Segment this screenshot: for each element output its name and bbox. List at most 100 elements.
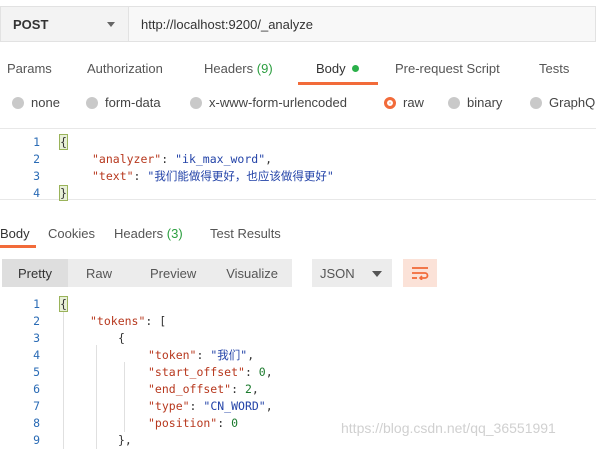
code-line: 7 "type": "CN_WORD", — [0, 397, 596, 414]
tab-params[interactable]: Params — [7, 61, 52, 76]
line-number: 6 — [33, 381, 40, 396]
tab-label: Body — [0, 226, 30, 241]
method-label: POST — [13, 16, 49, 32]
view-preview-button[interactable]: Preview — [130, 259, 209, 287]
json-brace: { — [59, 295, 68, 312]
code-line: 1 { — [0, 295, 596, 312]
method-select[interactable]: POST — [0, 6, 128, 42]
request-tabs: Params Authorization Headers (9) Body Pr… — [0, 56, 596, 85]
code-line: 3 { — [0, 329, 596, 346]
radio-label: none — [31, 95, 60, 110]
json-brace: { — [118, 330, 125, 345]
view-label: Pretty — [18, 265, 52, 281]
radio-label: binary — [467, 95, 503, 110]
tab-tests[interactable]: Tests — [539, 61, 569, 76]
request-body-editor[interactable]: 1 { 2 "analyzer": "ik_max_word", 3 "text… — [0, 128, 596, 201]
line-number: 8 — [33, 415, 40, 430]
radio-form-data[interactable]: form-data — [86, 95, 161, 110]
tab-cookies[interactable]: Cookies — [48, 226, 95, 241]
line-number: 4 — [33, 185, 40, 200]
code-line: 2 "analyzer": "ik_max_word", — [0, 150, 596, 167]
radio-circle-icon — [448, 96, 460, 109]
line-number: 1 — [33, 134, 40, 149]
radio-graphql[interactable]: GraphQ — [530, 95, 595, 110]
radio-label: raw — [403, 95, 424, 110]
json-key: "tokens" — [90, 313, 146, 328]
radio-label: x-www-form-urlencoded — [209, 95, 347, 110]
view-label: Visualize — [226, 265, 279, 281]
code-line: 2 "tokens": [ — [0, 312, 596, 329]
response-tabs: Body Cookies Headers (3) Test Results — [0, 224, 596, 248]
url-input[interactable]: http://localhost:9200/_analyze — [128, 6, 596, 42]
tab-headers[interactable]: Headers (9) — [204, 61, 273, 76]
tab-label: Headers — [114, 226, 164, 241]
json-string: "我们能做得更好，也应该做得更好" — [147, 168, 334, 183]
tab-label: Pre-request Script — [395, 61, 500, 76]
format-label: JSON — [320, 265, 355, 281]
tab-label: Headers — [204, 61, 254, 76]
line-number: 9 — [33, 432, 40, 447]
tab-body[interactable]: Body — [316, 61, 359, 76]
code-line: 4 } — [0, 184, 596, 201]
line-number: 5 — [33, 364, 40, 379]
code-line: 5 "start_offset": 0, — [0, 363, 596, 380]
line-number: 4 — [33, 347, 40, 362]
json-brace: { — [59, 133, 68, 150]
json-bracket: [ — [159, 313, 167, 328]
tab-test-results[interactable]: Test Results — [210, 226, 281, 241]
watermark: https://blog.csdn.net/qq_36551991 — [341, 420, 556, 436]
url-bar: POST http://localhost:9200/_analyze — [0, 6, 596, 42]
json-string: "CN_WORD" — [203, 398, 266, 413]
json-string: "我们" — [210, 347, 248, 362]
json-brace: }, — [118, 432, 132, 447]
json-key: "end_offset" — [148, 381, 232, 396]
line-number: 3 — [33, 168, 40, 183]
radio-binary[interactable]: binary — [448, 95, 502, 110]
wrap-lines-button[interactable] — [403, 259, 437, 287]
view-label: Preview — [149, 265, 197, 281]
line-number: 2 — [33, 151, 40, 166]
tab-pre-request-script[interactable]: Pre-request Script — [395, 61, 500, 76]
radio-label: GraphQ — [549, 95, 596, 110]
chevron-down-icon — [107, 22, 115, 27]
radio-none[interactable]: none — [12, 95, 60, 110]
json-number: 2 — [244, 381, 252, 396]
view-mode-toolbar: Pretty Raw Preview Visualize — [2, 259, 293, 287]
json-number: 0 — [231, 415, 239, 430]
radio-circle-icon — [12, 96, 24, 109]
line-number: 3 — [33, 330, 40, 345]
code-line: 1 { — [0, 133, 596, 150]
url-text: http://localhost:9200/_analyze — [141, 16, 314, 32]
view-label: Raw — [85, 265, 112, 281]
tab-label: Cookies — [48, 226, 95, 241]
tab-response-body[interactable]: Body — [0, 226, 30, 241]
chevron-down-icon — [372, 271, 382, 277]
radio-raw[interactable]: raw — [384, 95, 424, 110]
modified-dot-icon — [351, 65, 359, 73]
radio-circle-icon — [190, 96, 202, 109]
view-pretty-button[interactable]: Pretty — [2, 259, 68, 287]
view-raw-button[interactable]: Raw — [68, 259, 130, 287]
view-visualize-button[interactable]: Visualize — [209, 259, 292, 287]
line-number: 2 — [33, 313, 40, 328]
json-key: "start_offset" — [148, 364, 245, 379]
radio-x-www-form-urlencoded[interactable]: x-www-form-urlencoded — [190, 95, 347, 110]
json-key: "token" — [148, 347, 197, 362]
active-tab-indicator — [0, 245, 36, 248]
radio-selected-icon — [384, 96, 396, 109]
format-select[interactable]: JSON — [312, 259, 392, 287]
json-key: "type" — [148, 398, 190, 413]
active-tab-indicator — [298, 82, 378, 85]
tab-authorization[interactable]: Authorization — [87, 61, 163, 76]
json-string: "ik_max_word" — [175, 151, 266, 166]
tab-response-headers[interactable]: Headers (3) — [114, 226, 183, 241]
radio-circle-icon — [86, 96, 98, 109]
tab-count: (3) — [166, 226, 183, 241]
json-key: "text" — [92, 168, 134, 183]
json-key: "analyzer" — [92, 151, 162, 166]
radio-circle-icon — [530, 96, 542, 109]
line-number: 1 — [33, 296, 40, 311]
wrap-lines-icon — [412, 267, 429, 280]
tab-label: Tests — [539, 61, 570, 76]
json-key: "position" — [148, 415, 218, 430]
